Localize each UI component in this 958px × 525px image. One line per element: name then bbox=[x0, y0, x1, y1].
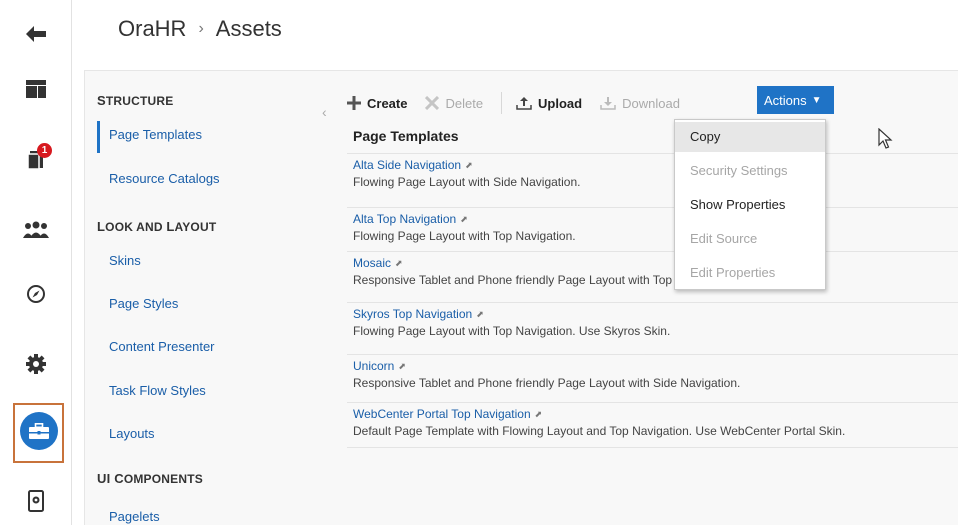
back-button[interactable] bbox=[0, 12, 72, 56]
template-name[interactable]: Mosaic bbox=[353, 256, 391, 270]
external-link-icon: ⬈ bbox=[476, 308, 484, 319]
upload-button[interactable]: Upload bbox=[516, 96, 582, 111]
menu-item-security-settings: Security Settings bbox=[690, 163, 788, 178]
sidebar-item-page-styles[interactable]: Page Styles bbox=[109, 296, 178, 311]
asset-categories-sidebar: STRUCTURE Page Templates Resource Catalo… bbox=[85, 71, 335, 525]
menu-item-show-properties[interactable]: Show Properties bbox=[675, 190, 825, 220]
external-link-icon: ⬈ bbox=[398, 360, 406, 371]
toolbar-divider bbox=[501, 92, 503, 114]
assets-circle bbox=[20, 412, 58, 450]
layout-icon bbox=[26, 80, 46, 98]
template-description: Flowing Page Layout with Top Navigation. bbox=[353, 229, 576, 243]
template-description: Responsive Tablet and Phone friendly Pag… bbox=[353, 273, 707, 287]
home-button[interactable] bbox=[0, 67, 72, 111]
explore-button[interactable] bbox=[0, 272, 72, 316]
table-row[interactable]: WebCenter Portal Top Navigation ⬈ Default… bbox=[347, 402, 958, 448]
x-icon bbox=[425, 96, 440, 110]
compass-icon bbox=[27, 285, 45, 303]
external-link-icon: ⬈ bbox=[534, 408, 543, 419]
device-settings-button[interactable] bbox=[0, 479, 72, 523]
plus-icon bbox=[347, 96, 361, 110]
template-description: Flowing Page Layout with Side Navigation… bbox=[353, 175, 581, 189]
upload-label: Upload bbox=[538, 95, 583, 111]
selected-indicator bbox=[97, 121, 100, 153]
people-icon bbox=[23, 221, 49, 238]
briefcase-icon bbox=[29, 423, 49, 439]
delete-button[interactable]: Delete bbox=[425, 96, 483, 111]
download-icon bbox=[600, 96, 616, 110]
breadcrumb: OraHR › Assets bbox=[118, 16, 282, 42]
external-link-icon: ⬈ bbox=[460, 213, 468, 224]
sidebar-item-resource-catalogs[interactable]: Resource Catalogs bbox=[109, 171, 220, 186]
sidebar-item-skins[interactable]: Skins bbox=[109, 253, 141, 268]
actions-menu-button[interactable]: Actions ▼ bbox=[757, 86, 834, 114]
content-panel: STRUCTURE Page Templates Resource Catalo… bbox=[84, 70, 958, 525]
gear-icon bbox=[26, 354, 46, 374]
template-name[interactable]: Alta Top Navigation bbox=[353, 212, 456, 226]
template-description: Default Page Template with Flowing Layou… bbox=[353, 424, 846, 438]
notification-badge: 1 bbox=[37, 143, 52, 158]
sidebar-item-task-flow-styles[interactable]: Task Flow Styles bbox=[109, 383, 206, 398]
section-heading-look-and-layout: LOOK AND LAYOUT bbox=[97, 219, 217, 234]
sidebar-item-content-presenter[interactable]: Content Presenter bbox=[109, 339, 215, 354]
table-row[interactable]: Mosaic ⬈ Responsive Tablet and Phone frie… bbox=[347, 251, 958, 291]
toolbar: Create Delete Upload Download bbox=[347, 90, 698, 116]
caret-down-icon: ▼ bbox=[811, 94, 822, 106]
mouse-pointer-icon bbox=[878, 128, 893, 149]
breadcrumb-current: Assets bbox=[215, 16, 282, 41]
left-rail: 1 bbox=[0, 0, 72, 525]
create-label: Create bbox=[367, 95, 408, 111]
download-button[interactable]: Download bbox=[600, 96, 680, 111]
delete-label: Delete bbox=[445, 95, 484, 111]
create-button[interactable]: Create bbox=[347, 96, 407, 111]
back-arrow-icon bbox=[26, 26, 46, 42]
template-description: Flowing Page Layout with Top Navigation.… bbox=[353, 324, 671, 338]
table-row[interactable]: Alta Top Navigation ⬈ Flowing Page Layout… bbox=[347, 207, 958, 247]
table-row[interactable]: Unicorn ⬈ Responsive Tablet and Phone fri… bbox=[347, 354, 958, 394]
breadcrumb-app[interactable]: OraHR bbox=[118, 16, 186, 42]
sidebar-item-layouts[interactable]: Layouts bbox=[109, 426, 155, 441]
list-title: Page Templates bbox=[353, 128, 459, 144]
download-label: Download bbox=[622, 95, 680, 111]
external-link-icon: ⬈ bbox=[395, 257, 403, 268]
external-link-icon: ⬈ bbox=[465, 159, 473, 170]
section-heading-structure: STRUCTURE bbox=[97, 93, 174, 108]
menu-item-edit-properties: Edit Properties bbox=[690, 265, 776, 280]
template-name[interactable]: Alta Side Navigation bbox=[353, 158, 461, 172]
sidebar-item-page-templates[interactable]: Page Templates bbox=[109, 127, 202, 142]
template-name[interactable]: WebCenter Portal Top Navigation bbox=[353, 407, 531, 421]
section-heading-ui-components: UI COMPONENTS bbox=[97, 471, 203, 486]
breadcrumb-separator: › bbox=[198, 20, 204, 37]
device-gear-icon bbox=[28, 490, 44, 512]
menu-item-edit-source: Edit Source bbox=[690, 231, 758, 246]
templates-list-area: Create Delete Upload Download Actions ▼ … bbox=[347, 71, 958, 525]
template-name[interactable]: Skyros Top Navigation bbox=[353, 307, 472, 321]
menu-item-copy[interactable]: Copy bbox=[675, 122, 825, 152]
actions-label: Actions bbox=[764, 92, 807, 108]
actions-dropdown-menu: Copy Security Settings Show Properties E… bbox=[674, 119, 826, 290]
assets-button[interactable] bbox=[13, 403, 64, 463]
table-row[interactable]: Alta Side Navigation ⬈ Flowing Page Layou… bbox=[347, 153, 958, 193]
collapse-sidebar-icon[interactable]: ‹ bbox=[322, 104, 327, 120]
template-name[interactable]: Unicorn bbox=[353, 359, 394, 373]
settings-button[interactable] bbox=[0, 342, 72, 386]
upload-icon bbox=[516, 96, 532, 110]
table-row[interactable]: Skyros Top Navigation ⬈ Flowing Page Layo… bbox=[347, 302, 958, 342]
people-button[interactable] bbox=[0, 208, 72, 252]
template-description: Responsive Tablet and Phone friendly Pag… bbox=[353, 376, 741, 390]
sidebar-item-pagelets[interactable]: Pagelets bbox=[109, 509, 160, 524]
notifications-button[interactable]: 1 bbox=[0, 137, 72, 181]
page-header: OraHR › Assets bbox=[72, 0, 958, 62]
